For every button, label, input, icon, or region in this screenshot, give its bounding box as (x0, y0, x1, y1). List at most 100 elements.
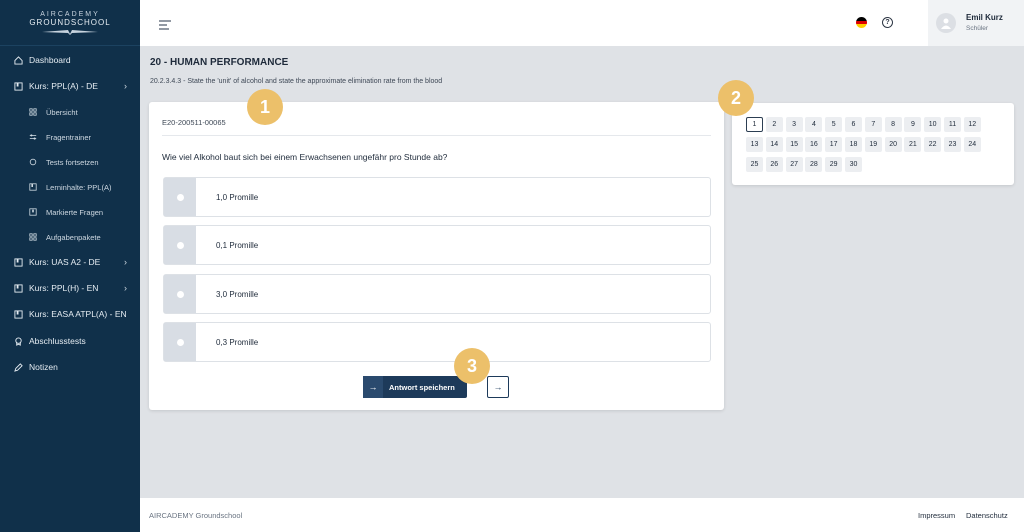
book-icon (13, 257, 23, 267)
question-number-button[interactable]: 24 (963, 137, 981, 152)
question-number-button[interactable]: 3 (785, 117, 803, 132)
question-number-button[interactable]: 4 (805, 117, 823, 132)
question-text: Wie viel Alkohol baut sich bei einem Erw… (162, 152, 448, 162)
answer-label: 0,1 Promille (216, 240, 259, 250)
save-answer-label: Antwort speichern (389, 382, 455, 392)
sidebar-item-markierte-fragen[interactable]: Markierte Fragen (0, 202, 140, 222)
logo-line1: AIRCADEMY (40, 10, 100, 18)
logo[interactable]: AIRCADEMY GROUNDSCHOOL (0, 0, 140, 46)
user-role: Schüler (966, 25, 989, 32)
question-number-button[interactable]: 26 (765, 157, 783, 172)
question-number-button[interactable]: 29 (825, 157, 843, 172)
question-number-button[interactable]: 1 (746, 117, 763, 132)
sidebar-item-course-uas-a2[interactable]: Kurs: UAS A2 - DE › (0, 252, 140, 272)
next-question-button[interactable]: → (487, 376, 509, 398)
radio-button[interactable] (164, 275, 196, 313)
answer-label: 1,0 Promille (216, 192, 259, 202)
question-number-button[interactable]: 27 (785, 157, 803, 172)
answer-option[interactable]: 3,0 Promille (163, 274, 711, 314)
step-badge: 3 (454, 348, 490, 384)
logo-line2: GROUNDSCHOOL (29, 17, 111, 27)
sidebar-item-label: Lerninhalte: PPL(A) (46, 182, 112, 192)
answer-label: 0,3 Promille (216, 337, 259, 347)
save-answer-button[interactable]: → Antwort speichern (363, 376, 467, 398)
question-number-button[interactable]: 22 (924, 137, 942, 152)
divider (162, 135, 711, 136)
question-number-button[interactable]: 6 (845, 117, 862, 132)
question-number-button[interactable]: 14 (765, 137, 783, 152)
question-number-button[interactable]: 13 (746, 137, 763, 152)
chevron-right-icon: › (124, 257, 127, 267)
step-badge: 2 (718, 80, 754, 116)
question-card: E20-200511-00065 Wie viel Alkohol baut s… (149, 102, 724, 410)
footer: AIRCADEMY Groundschool Impressum Datensc… (140, 498, 1024, 532)
sidebar-item-label: Aufgabenpakete (46, 232, 101, 242)
question-number-button[interactable]: 16 (805, 137, 823, 152)
sidebar-item-tests-fortsetzen[interactable]: Tests fortsetzen (0, 152, 140, 172)
home-icon (13, 55, 23, 65)
question-number-button[interactable]: 8 (884, 117, 902, 132)
question-number-button[interactable]: 17 (825, 137, 843, 152)
sidebar-item-label: Markierte Fragen (46, 207, 104, 217)
sidebar-item-label: Dashboard (29, 55, 71, 65)
sidebar-item-uebersicht[interactable]: Übersicht (0, 102, 140, 122)
chevron-right-icon: › (124, 283, 127, 293)
sidebar-item-label: Abschlusstests (29, 336, 86, 346)
question-number-button[interactable]: 5 (825, 117, 843, 132)
user-name: Emil Kurz (966, 13, 1003, 22)
book-icon (13, 309, 23, 319)
question-number-button[interactable]: 21 (904, 137, 922, 152)
sidebar-item-lerninhalte[interactable]: Lerninhalte: PPL(A) (0, 177, 140, 197)
german-flag-icon[interactable] (856, 17, 867, 28)
page-title: 20 - HUMAN PERFORMANCE (150, 57, 289, 68)
book-icon (28, 182, 38, 192)
sidebar-item-course-easa-atpl[interactable]: Kurs: EASA ATPL(A) - EN (0, 304, 140, 324)
arrow-right-icon: → (493, 382, 503, 392)
question-number-button[interactable]: 18 (845, 137, 862, 152)
question-number-button[interactable]: 7 (864, 117, 882, 132)
question-number-button[interactable]: 25 (746, 157, 763, 172)
question-number-button[interactable]: 23 (944, 137, 961, 152)
sidebar-item-label: Kurs: PPL(A) - DE (29, 81, 98, 91)
radio-button[interactable] (164, 226, 196, 264)
sidebar-item-label: Tests fortsetzen (46, 157, 99, 167)
grid-icon (28, 107, 38, 117)
help-icon[interactable]: ? (882, 17, 893, 28)
menu-toggle-icon[interactable] (159, 17, 171, 30)
question-number-button[interactable]: 28 (805, 157, 823, 172)
answer-option[interactable]: 0,1 Promille (163, 225, 711, 265)
impressum-link[interactable]: Impressum (918, 511, 955, 520)
answer-option[interactable]: 1,0 Promille (163, 177, 711, 217)
question-number-button[interactable]: 20 (884, 137, 902, 152)
sidebar-item-course-ppl-h[interactable]: Kurs: PPL(H) - EN › (0, 278, 140, 298)
sidebar-item-label: Kurs: UAS A2 - DE (29, 257, 101, 267)
answer-option[interactable]: 0,3 Promille (163, 322, 711, 362)
sidebar-item-dashboard[interactable]: Dashboard (0, 50, 140, 70)
radio-button[interactable] (164, 178, 196, 216)
question-number-button[interactable]: 10 (924, 117, 942, 132)
grid-icon (28, 232, 38, 242)
question-number-button[interactable]: 15 (785, 137, 803, 152)
refresh-icon (28, 157, 38, 167)
bookmark-icon (28, 207, 38, 217)
question-number-button[interactable]: 11 (944, 117, 961, 132)
user-menu[interactable]: Emil Kurz Schüler (928, 0, 1024, 46)
question-number-button[interactable]: 2 (765, 117, 783, 132)
question-number-button[interactable]: 19 (864, 137, 882, 152)
sidebar-item-fragentrainer[interactable]: Fragentrainer (0, 127, 140, 147)
sidebar-item-aufgabenpakete[interactable]: Aufgabenpakete (0, 227, 140, 247)
sidebar-item-abschlusstests[interactable]: Abschlusstests (0, 331, 140, 351)
page-subtitle: 20.2.3.4.3 - State the 'unit' of alcohol… (150, 78, 443, 85)
sliders-icon (28, 132, 38, 142)
sidebar: AIRCADEMY GROUNDSCHOOL Dashboard Kurs: P… (0, 0, 140, 532)
question-number-button[interactable]: 30 (845, 157, 862, 172)
book-icon (13, 283, 23, 293)
question-number-button[interactable]: 9 (904, 117, 922, 132)
chevron-right-icon: › (124, 81, 127, 91)
datenschutz-link[interactable]: Datenschutz (966, 511, 1008, 520)
question-number-button[interactable]: 12 (963, 117, 981, 132)
radio-button[interactable] (164, 323, 196, 361)
sidebar-item-course-ppl-a-de[interactable]: Kurs: PPL(A) - DE › (0, 76, 140, 96)
pencil-icon (13, 362, 23, 372)
sidebar-item-notizen[interactable]: Notizen (0, 357, 140, 377)
